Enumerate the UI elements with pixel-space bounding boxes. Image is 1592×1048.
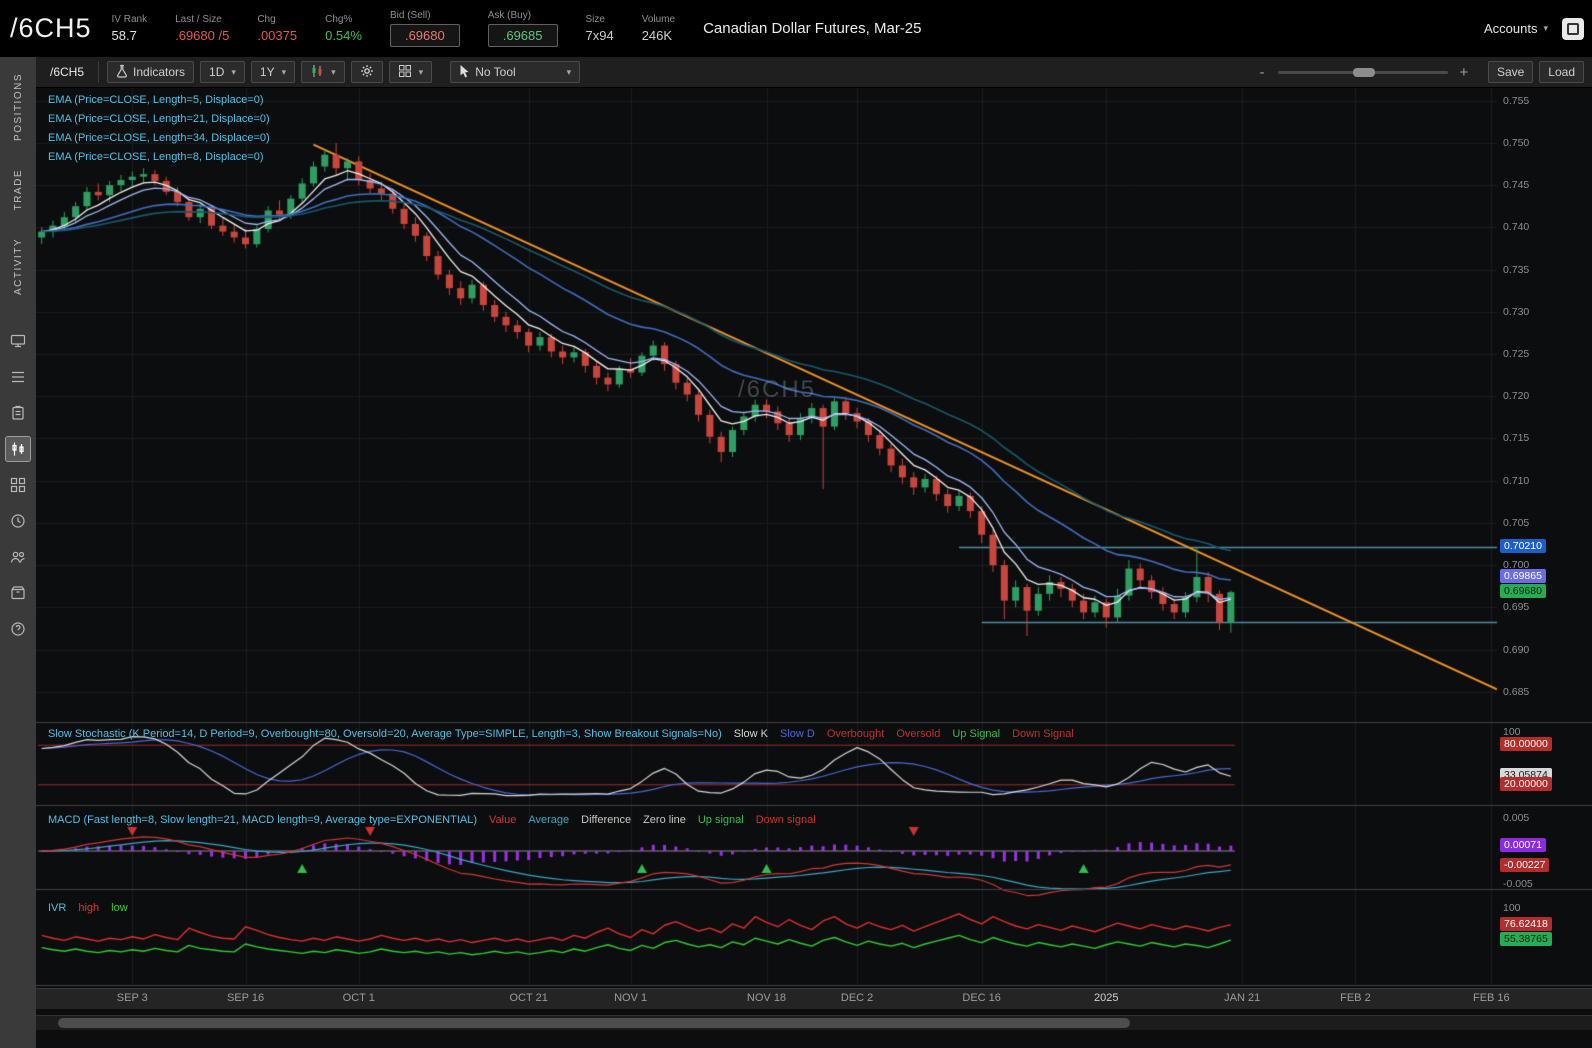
cursor-icon bbox=[459, 64, 470, 81]
quote-field-bid[interactable]: Bid (Sell) .69680 bbox=[389, 10, 460, 47]
header-right: Accounts ▾ bbox=[1484, 17, 1584, 40]
quote-header: /6CH5 IV Rank 58.7 Last / Size .69680 /5 Chg… bbox=[0, 0, 1592, 57]
time-axis: SEP 3 SEP 16 OCT 1 OCT 21 NOV 1 NOV 18 DEC 2 DE… bbox=[36, 988, 1592, 1009]
instrument-description: Canadian Dollar Futures, Mar-25 bbox=[703, 20, 922, 37]
time-label: OCT 21 bbox=[509, 992, 548, 1004]
chg-label: Chg bbox=[257, 14, 276, 25]
main-area: /6CH5 Indicators 1D ▾ 1Y ▾ ▾ ▾ No Tool ▾… bbox=[36, 57, 1592, 1048]
chevron-down-icon: ▾ bbox=[331, 66, 336, 77]
time-label: 2025 bbox=[1094, 992, 1119, 1004]
chevron-down-icon: ▾ bbox=[231, 66, 236, 77]
quote-field-chg: Chg .00375 bbox=[257, 14, 297, 43]
chg-value: .00375 bbox=[257, 28, 298, 43]
accounts-dropdown[interactable]: Accounts ▾ bbox=[1484, 21, 1548, 36]
chevron-down-icon: ▾ bbox=[281, 66, 287, 77]
drawing-tool-dropdown[interactable]: No Tool ▾ bbox=[450, 61, 581, 83]
last-size-label: Last / Size bbox=[175, 14, 222, 25]
size-value: 7x94 bbox=[585, 28, 614, 43]
sidebar-tab-positions[interactable]: POSITIONS bbox=[13, 73, 24, 141]
iv-rank-value: 58.7 bbox=[111, 28, 137, 43]
timeframe-dropdown[interactable]: 1D ▾ bbox=[200, 61, 245, 83]
bid-label: Bid (Sell) bbox=[389, 10, 431, 21]
zoom-control: - + bbox=[1256, 64, 1470, 81]
chart-icon[interactable] bbox=[5, 436, 31, 463]
volume-label: Volume bbox=[641, 14, 676, 25]
flask-icon bbox=[116, 64, 128, 81]
time-label: NOV 18 bbox=[746, 992, 787, 1004]
chevron-down-icon: ▾ bbox=[418, 66, 424, 77]
last-size-value: .69680 /5 bbox=[175, 28, 230, 43]
load-button[interactable]: Load bbox=[1539, 61, 1584, 83]
chevron-down-icon: ▾ bbox=[1543, 23, 1548, 33]
time-label: NOV 1 bbox=[614, 992, 648, 1004]
scrollbar-handle[interactable] bbox=[58, 1018, 1130, 1028]
save-button[interactable]: Save bbox=[1487, 61, 1534, 83]
chart-style-dropdown[interactable]: ▾ bbox=[301, 61, 345, 83]
range-value: 1Y bbox=[259, 65, 275, 79]
ask-label: Ask (Buy) bbox=[487, 10, 532, 21]
sidebar: POSITIONS TRADE ACTIVITY bbox=[0, 57, 36, 1048]
chart-symbol-tab[interactable]: /6CH5 bbox=[44, 61, 100, 83]
chg-pct-label: Chg% bbox=[325, 14, 353, 25]
quote-field-size: Size 7x94 bbox=[586, 14, 614, 43]
tool-value: No Tool bbox=[475, 65, 516, 79]
accounts-label: Accounts bbox=[1483, 21, 1538, 36]
history-icon[interactable] bbox=[6, 509, 30, 533]
quote-field-chg-pct: Chg% 0.54% bbox=[325, 14, 362, 43]
candlestick-style-icon bbox=[310, 64, 324, 81]
symbol-title: /6CH5 bbox=[10, 13, 92, 43]
sidebar-tab-activity[interactable]: ACTIVITY bbox=[13, 238, 24, 295]
products-icon[interactable] bbox=[6, 581, 30, 605]
zoom-slider-handle[interactable] bbox=[1352, 67, 1375, 77]
zoom-slider[interactable] bbox=[1277, 67, 1448, 77]
iv-rank-label: IV Rank bbox=[111, 14, 148, 25]
quote-field-last-size: Last / Size .69680 /5 bbox=[175, 14, 229, 43]
time-label: FEB 16 bbox=[1472, 992, 1510, 1004]
range-dropdown[interactable]: 1Y ▾ bbox=[250, 61, 296, 83]
chg-pct-value: 0.54% bbox=[325, 28, 362, 43]
time-label: FEB 2 bbox=[1340, 992, 1371, 1004]
volume-value: 246K bbox=[641, 28, 673, 43]
settings-button[interactable] bbox=[350, 61, 383, 83]
ask-value: .69685 bbox=[487, 24, 558, 47]
zoom-in-button[interactable]: + bbox=[1458, 64, 1470, 81]
time-label: DEC 16 bbox=[962, 992, 1001, 1004]
gear-icon bbox=[360, 64, 374, 81]
trading-platform: /6CH5 IV Rank 58.7 Last / Size .69680 /5 Chg… bbox=[0, 0, 1592, 1048]
indicators-label: Indicators bbox=[133, 65, 186, 79]
chevron-down-icon: ▾ bbox=[566, 66, 572, 77]
grid-layout-icon[interactable] bbox=[6, 473, 30, 497]
chart-region: /6CH5 EMA (Price=CLOSE, Length=5, Displa… bbox=[36, 88, 1592, 988]
monitor-icon[interactable] bbox=[6, 329, 30, 353]
bid-value: .69680 bbox=[389, 24, 460, 47]
time-label: OCT 1 bbox=[342, 992, 375, 1004]
time-label: JAN 21 bbox=[1224, 992, 1261, 1004]
watchlist-icon[interactable] bbox=[6, 365, 30, 389]
quote-field-volume: Volume 246K bbox=[642, 14, 675, 43]
time-label: SEP 16 bbox=[226, 992, 265, 1004]
layout-grid-dropdown[interactable]: ▾ bbox=[388, 61, 433, 83]
orders-icon[interactable] bbox=[6, 401, 30, 425]
sidebar-tab-trade[interactable]: TRADE bbox=[13, 169, 24, 210]
quote-field-ask[interactable]: Ask (Buy) .69685 bbox=[487, 10, 558, 47]
quote-fields: IV Rank 58.7 Last / Size .69680 /5 Chg .00375… bbox=[112, 10, 675, 47]
chart-toolbar: /6CH5 Indicators 1D ▾ 1Y ▾ ▾ ▾ No Tool ▾… bbox=[36, 57, 1592, 88]
community-icon[interactable] bbox=[6, 545, 30, 569]
horizontal-scrollbar[interactable] bbox=[36, 1015, 1592, 1030]
help-icon[interactable] bbox=[6, 617, 30, 641]
time-label: DEC 2 bbox=[840, 992, 874, 1004]
size-label: Size bbox=[585, 14, 605, 25]
timeframe-value: 1D bbox=[209, 65, 225, 79]
indicators-button[interactable]: Indicators bbox=[107, 61, 195, 83]
quote-field-iv-rank: IV Rank 58.7 bbox=[112, 14, 148, 43]
sidebar-icons bbox=[5, 329, 31, 641]
time-label: SEP 3 bbox=[116, 992, 148, 1004]
price-chart-canvas[interactable] bbox=[36, 88, 1592, 988]
grid-icon bbox=[398, 64, 412, 81]
corner-widget-button[interactable] bbox=[1562, 17, 1584, 40]
zoom-out-button[interactable]: - bbox=[1256, 64, 1268, 81]
